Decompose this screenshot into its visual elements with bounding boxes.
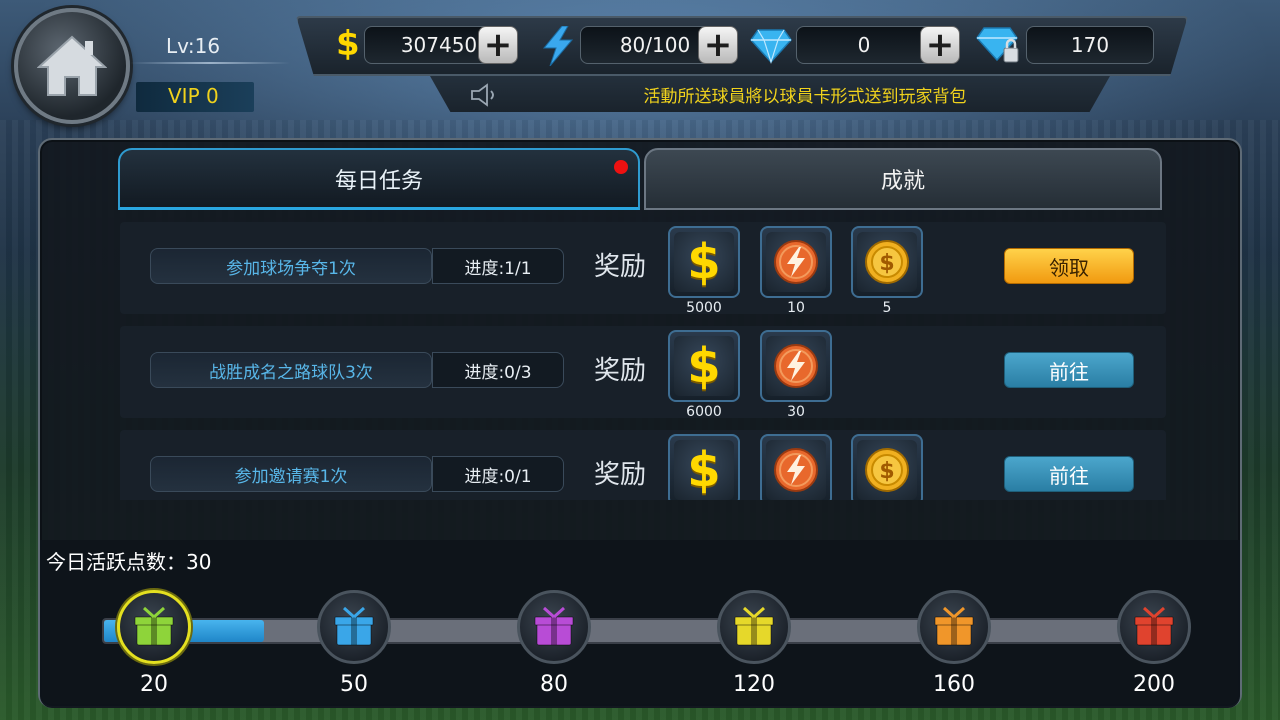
lightning-icon xyxy=(542,26,574,66)
level-divider xyxy=(130,62,290,64)
gift-milestone-160[interactable] xyxy=(917,590,991,664)
reward-label: 奖励 xyxy=(594,356,647,386)
home-button[interactable] xyxy=(14,8,130,124)
claim-button[interactable]: 领取 xyxy=(1004,248,1134,284)
svg-text:$: $ xyxy=(879,251,894,276)
locked-diamond-value: 170 xyxy=(1026,26,1154,64)
milestone-value: 120 xyxy=(733,672,775,697)
reward-energy-slot[interactable] xyxy=(760,434,832,500)
tab-achievement-label: 成就 xyxy=(880,169,925,194)
home-icon xyxy=(37,35,107,96)
dollar-icon: $ xyxy=(687,338,721,394)
dollar-icon: $ xyxy=(336,24,360,64)
reward-count: 5000 xyxy=(686,300,722,316)
vip-level: VIP 0 xyxy=(168,84,219,108)
activity-points-label: 今日活跃点数：30 xyxy=(46,550,212,574)
milestone-value: 160 xyxy=(933,672,975,697)
notice-message: 活動所送球員將以球員卡形式送到玩家背包 xyxy=(643,87,967,107)
gift-box-icon xyxy=(734,606,774,646)
reward-count: 5 xyxy=(882,300,892,316)
task-list[interactable]: 参加球场争夺1次 进度:1/1 奖励 $ 5000 10 $ 5 领取 战胜成名… xyxy=(120,222,1166,500)
go-button[interactable]: 前往 xyxy=(1004,352,1134,388)
gift-box-icon xyxy=(934,606,974,646)
add-diamond-button[interactable]: + xyxy=(920,26,960,64)
reward-energy-slot[interactable] xyxy=(760,226,832,298)
notification-dot xyxy=(614,160,628,174)
gift-milestone-50[interactable] xyxy=(317,590,391,664)
speaker-icon[interactable] xyxy=(470,82,500,108)
svg-text:$: $ xyxy=(879,459,894,484)
add-energy-button[interactable]: + xyxy=(698,26,738,64)
gift-box-icon xyxy=(1134,606,1174,646)
diamond-icon xyxy=(750,29,792,64)
reward-dollar-slot[interactable]: $ xyxy=(668,330,740,402)
reward-count: 6000 xyxy=(686,404,722,420)
diamond-value: 0 xyxy=(796,26,932,64)
add-money-button[interactable]: + xyxy=(478,26,518,64)
go-button[interactable]: 前往 xyxy=(1004,456,1134,492)
gift-milestone-200[interactable] xyxy=(1117,590,1191,664)
energy-orb-icon xyxy=(774,344,818,388)
task-title: 参加邀请赛1次 xyxy=(150,456,432,492)
energy-orb-icon xyxy=(774,240,818,284)
dollar-icon: $ xyxy=(687,442,721,498)
reward-label: 奖励 xyxy=(594,252,647,282)
gift-milestone-120[interactable] xyxy=(717,590,791,664)
locked-diamond-icon xyxy=(976,27,1019,63)
gift-box-icon xyxy=(134,606,174,646)
gift-milestone-80[interactable] xyxy=(517,590,591,664)
gift-milestone-20[interactable] xyxy=(117,590,191,664)
tab-daily-label: 每日任务 xyxy=(334,168,423,194)
task-progress: 进度:1/1 xyxy=(432,248,564,284)
reward-count: 10 xyxy=(787,300,805,316)
task-progress: 进度:0/3 xyxy=(432,352,564,388)
task-title: 参加球场争夺1次 xyxy=(150,248,432,284)
reward-coin-slot[interactable]: $ xyxy=(851,434,923,500)
task-row: 参加邀请赛1次 进度:0/1 奖励 $ $ 前往 xyxy=(120,430,1166,500)
gift-box-icon xyxy=(534,606,574,646)
tab-daily-tasks[interactable]: 每日任务 xyxy=(118,148,640,210)
milestone-value: 80 xyxy=(540,672,568,697)
milestone-value: 20 xyxy=(140,672,168,697)
gold-coin-icon: $ xyxy=(865,240,909,284)
tab-achievements[interactable]: 成就 xyxy=(644,148,1162,210)
reward-label: 奖励 xyxy=(594,460,647,490)
energy-orb-icon xyxy=(774,448,818,492)
player-level: Lv:16 xyxy=(166,34,221,58)
gold-coin-icon: $ xyxy=(865,448,909,492)
task-row: 参加球场争夺1次 进度:1/1 奖励 $ 5000 10 $ 5 领取 xyxy=(120,222,1166,316)
reward-dollar-slot[interactable]: $ xyxy=(668,434,740,500)
task-progress: 进度:0/1 xyxy=(432,456,564,492)
reward-energy-slot[interactable] xyxy=(760,330,832,402)
reward-dollar-slot[interactable]: $ xyxy=(668,226,740,298)
task-row: 战胜成名之路球队3次 进度:0/3 奖励 $ 6000 30 前往 xyxy=(120,326,1166,420)
milestone-value: 200 xyxy=(1133,672,1175,697)
task-title: 战胜成名之路球队3次 xyxy=(150,352,432,388)
reward-count: 30 xyxy=(787,404,805,420)
gift-box-icon xyxy=(334,606,374,646)
milestone-value: 50 xyxy=(340,672,368,697)
dollar-icon: $ xyxy=(687,234,721,290)
reward-coin-slot[interactable]: $ xyxy=(851,226,923,298)
